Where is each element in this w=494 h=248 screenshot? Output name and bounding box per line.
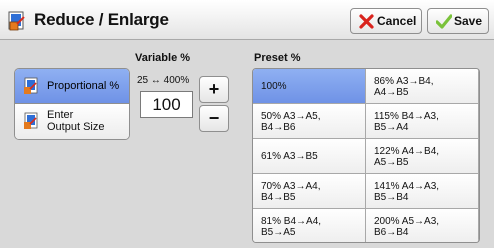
reduce-enlarge-icon bbox=[8, 11, 25, 31]
variable-range: 25 ↔ 400% bbox=[137, 75, 190, 86]
page-title: Reduce / Enlarge bbox=[34, 10, 169, 29]
preset-141[interactable]: 141% A4→A3, B5→B4 bbox=[366, 174, 479, 209]
preset-sublabel: B6→B4 bbox=[374, 227, 409, 238]
proportional-icon bbox=[24, 77, 38, 94]
preset-sublabel: B4→B6 bbox=[261, 122, 296, 133]
preset-sublabel: B4→B5 bbox=[261, 192, 296, 203]
save-button[interactable]: Save bbox=[427, 8, 489, 34]
preset-percent-heading: Preset % bbox=[254, 52, 301, 64]
preset-sublabel: B5→B4 bbox=[374, 192, 409, 203]
variable-percent-heading: Variable % bbox=[135, 52, 191, 64]
variable-percent-input[interactable]: 100 bbox=[140, 91, 193, 118]
cancel-button[interactable]: Cancel bbox=[350, 8, 422, 34]
preset-50[interactable]: 50% A3→A5, B4→B6 bbox=[253, 104, 366, 139]
cancel-x-icon bbox=[359, 14, 374, 29]
preset-label: 81% B4→A4, bbox=[261, 216, 322, 227]
preset-sublabel: A4→B5 bbox=[374, 87, 409, 98]
enter-output-size-line2: Output Size bbox=[47, 121, 105, 133]
scaling-mode-panel: Proportional % Enter Output Size bbox=[14, 68, 130, 140]
preset-label: 50% A3→A5, bbox=[261, 111, 321, 122]
preset-label: 86% A3→B4, bbox=[374, 76, 434, 87]
increase-button[interactable]: + bbox=[199, 76, 229, 103]
preset-200[interactable]: 200% A5→A3, B6→B4 bbox=[366, 209, 479, 242]
enter-output-size-line1: Enter bbox=[47, 109, 74, 121]
preset-sublabel: A5→B5 bbox=[374, 157, 409, 168]
output-size-icon bbox=[24, 112, 38, 129]
enter-output-size-label: Enter Output Size bbox=[47, 109, 104, 133]
preset-70[interactable]: 70% A3→A4, B4→B5 bbox=[253, 174, 366, 209]
preset-label: 141% A4→A3, bbox=[374, 181, 440, 192]
save-label: Save bbox=[454, 14, 483, 28]
preset-list: 100% 86% A3→B4, A4→B5 50% A3→A5, B4→B6 1… bbox=[252, 68, 480, 243]
preset-115[interactable]: 115% B4→A3, B5→A4 bbox=[366, 104, 479, 139]
preset-sublabel: B5→A5 bbox=[261, 227, 296, 238]
preset-61[interactable]: 61% A3→B5 bbox=[253, 139, 366, 174]
proportional-label: Proportional % bbox=[47, 80, 120, 92]
preset-81[interactable]: 81% B4→A4, B5→A5 bbox=[253, 209, 366, 242]
title-bar: Reduce / Enlarge Cancel Save bbox=[0, 0, 494, 40]
preset-label: 61% A3→B5 bbox=[261, 151, 318, 162]
proportional-percent-button[interactable]: Proportional % bbox=[15, 69, 129, 104]
preset-label: 100% bbox=[261, 81, 287, 92]
decrease-button[interactable]: − bbox=[199, 105, 229, 132]
preset-86[interactable]: 86% A3→B4, A4→B5 bbox=[366, 69, 479, 104]
preset-label: 122% A4→B4, bbox=[374, 146, 440, 157]
preset-100[interactable]: 100% bbox=[253, 69, 366, 104]
preset-label: 200% A5→A3, bbox=[374, 216, 440, 227]
cancel-label: Cancel bbox=[377, 14, 417, 28]
checkmark-icon bbox=[436, 14, 452, 29]
enter-output-size-button[interactable]: Enter Output Size bbox=[15, 104, 129, 139]
preset-label: 70% A3→A4, bbox=[261, 181, 321, 192]
preset-122[interactable]: 122% A4→B4, A5→B5 bbox=[366, 139, 479, 174]
preset-label: 115% B4→A3, bbox=[374, 111, 439, 122]
preset-sublabel: B5→A4 bbox=[374, 122, 409, 133]
